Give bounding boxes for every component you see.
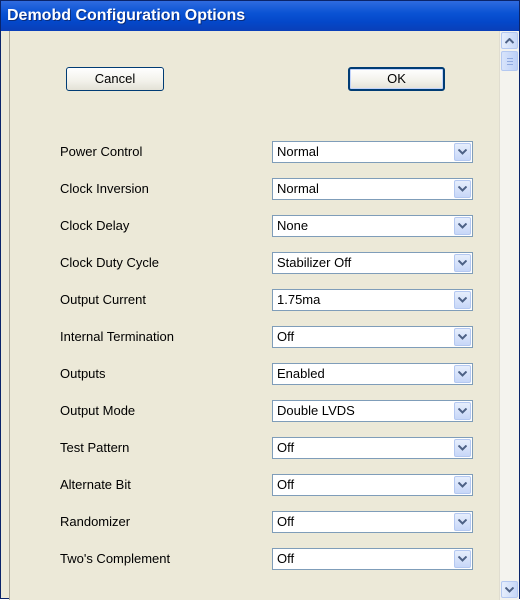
scroll-down-button[interactable] [501, 581, 518, 598]
option-label-output-mode: Output Mode [60, 403, 136, 418]
option-label-power-control: Power Control [60, 144, 143, 159]
ok-button[interactable]: OK [348, 67, 445, 91]
scroll-up-button[interactable] [501, 32, 518, 49]
chevron-down-icon[interactable] [454, 439, 471, 457]
select-value: Off [277, 514, 295, 529]
cancel-button[interactable]: Cancel [66, 67, 164, 91]
select-value: Off [277, 551, 295, 566]
select-value: 1.75ma [277, 292, 321, 307]
select-value: None [277, 218, 309, 233]
clock-inversion-select[interactable]: Normal [272, 178, 473, 200]
test-pattern-select[interactable]: Off [272, 437, 473, 459]
option-label-alternate-bit: Alternate Bit [60, 477, 131, 492]
chevron-down-icon[interactable] [454, 550, 471, 568]
select-value: Normal [277, 144, 319, 159]
select-value: Enabled [277, 366, 325, 381]
alternate-bit-select[interactable]: Off [272, 474, 473, 496]
chevron-down-icon[interactable] [454, 291, 471, 309]
chevron-down-icon[interactable] [454, 143, 471, 161]
config-window: Demobd Configuration Options Cancel OK P… [0, 0, 520, 600]
chevron-down-icon[interactable] [454, 180, 471, 198]
option-label-randomizer: Randomizer [60, 514, 131, 529]
select-value: Off [277, 329, 295, 344]
twos-complement-select[interactable]: Off [272, 548, 473, 570]
clock-delay-select[interactable]: None [272, 215, 473, 237]
vertical-scrollbar[interactable] [499, 31, 519, 600]
chevron-down-icon[interactable] [454, 365, 471, 383]
chevron-down-icon[interactable] [454, 476, 471, 494]
clock-duty-cycle-select[interactable]: Stabilizer Off [272, 252, 473, 274]
output-mode-select[interactable]: Double LVDS [272, 400, 473, 422]
randomizer-select[interactable]: Off [272, 511, 473, 533]
outputs-select[interactable]: Enabled [272, 363, 473, 385]
select-value: Double LVDS [277, 403, 355, 418]
chevron-down-icon[interactable] [454, 402, 471, 420]
option-label-internal-termination: Internal Termination [60, 329, 174, 344]
output-current-select[interactable]: 1.75ma [272, 289, 473, 311]
window-title: Demobd Configuration Options [1, 1, 519, 31]
grip-line [507, 58, 513, 59]
select-value: Normal [277, 181, 319, 196]
option-label-twos-complement: Two's Complement [60, 551, 171, 566]
chevron-up-icon [505, 38, 514, 44]
chevron-down-icon[interactable] [454, 217, 471, 235]
scroll-thumb[interactable] [501, 51, 518, 71]
chevron-down-icon[interactable] [454, 513, 471, 531]
option-label-clock-duty-cycle: Clock Duty Cycle [60, 255, 159, 270]
power-control-select[interactable]: Normal [272, 141, 473, 163]
grip-line [507, 61, 513, 62]
chevron-down-icon[interactable] [454, 254, 471, 272]
option-label-clock-inversion: Clock Inversion [60, 181, 149, 196]
internal-termination-select[interactable]: Off [272, 326, 473, 348]
select-value: Off [277, 440, 295, 455]
options-panel: Cancel OK Power Control Normal Clock Inv… [9, 31, 500, 600]
option-label-clock-delay: Clock Delay [60, 218, 130, 233]
select-value: Off [277, 477, 295, 492]
option-label-outputs: Outputs [60, 366, 106, 381]
chevron-down-icon [505, 587, 514, 593]
select-value: Stabilizer Off [277, 255, 352, 270]
option-label-test-pattern: Test Pattern [60, 440, 130, 455]
option-label-output-current: Output Current [60, 292, 146, 307]
grip-line [507, 64, 513, 65]
chevron-down-icon[interactable] [454, 328, 471, 346]
